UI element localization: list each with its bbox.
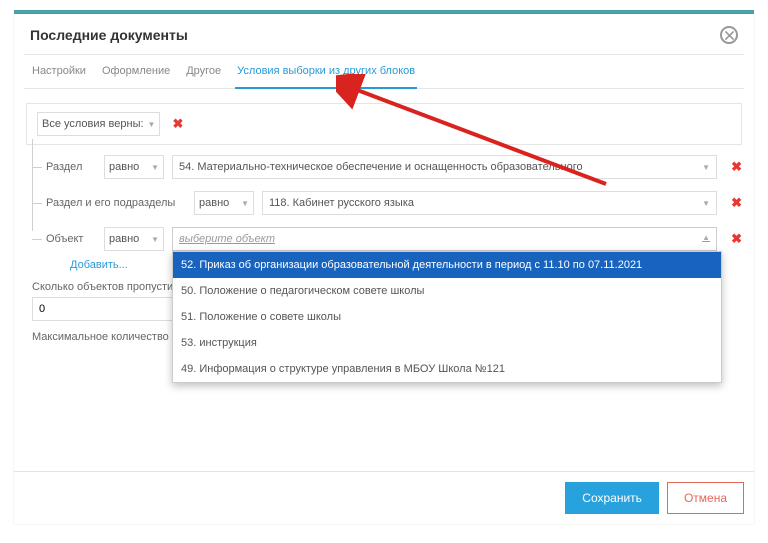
modal: Последние документы Настройки Оформление… — [14, 14, 754, 524]
dropdown-item[interactable]: 49. Информация о структуре управления в … — [173, 356, 721, 382]
field-label: Объект — [46, 233, 96, 245]
chevron-down-icon: ▼ — [241, 199, 249, 208]
condition-row: Объект равно▼ выберите объект ▲ 52. Прик… — [46, 227, 742, 251]
footer: Сохранить Отмена — [14, 471, 754, 524]
remove-root-icon[interactable]: ✖ — [172, 116, 183, 132]
chevron-down-icon: ▼ — [702, 199, 710, 208]
operator-select[interactable]: равно▼ — [104, 227, 164, 251]
dropdown-item[interactable]: 53. инструкция — [173, 330, 721, 356]
field-label: Раздел — [46, 161, 96, 173]
root-condition-select[interactable]: Все условия верны:▼ — [37, 112, 160, 136]
remove-row-icon[interactable]: ✖ — [731, 231, 742, 247]
chevron-down-icon: ▼ — [702, 163, 710, 172]
tab-conditions[interactable]: Условия выборки из других блоков — [235, 55, 417, 89]
tab-settings[interactable]: Настройки — [30, 55, 88, 88]
dropdown-list: 52. Приказ об организации образовательно… — [172, 251, 722, 383]
chevron-down-icon: ▼ — [151, 235, 159, 244]
operator-select[interactable]: равно▼ — [194, 191, 254, 215]
value-select[interactable]: 118. Кабинет русского языка▼ — [262, 191, 717, 215]
object-select-open: выберите объект ▲ 52. Приказ об организа… — [172, 227, 717, 251]
dropdown-item[interactable]: 52. Приказ об организации образовательно… — [173, 252, 721, 278]
chevron-up-icon: ▲ — [702, 233, 710, 245]
remove-row-icon[interactable]: ✖ — [731, 195, 742, 211]
dropdown-item[interactable]: 51. Положение о совете школы — [173, 304, 721, 330]
condition-row: Раздел равно▼ 54. Материально-техническо… — [46, 155, 742, 179]
condition-root: Все условия верны:▼ ✖ — [26, 103, 742, 145]
field-label: Раздел и его подразделы — [46, 197, 186, 209]
chevron-down-icon: ▼ — [148, 120, 156, 129]
close-icon[interactable] — [720, 26, 738, 44]
save-button[interactable]: Сохранить — [565, 482, 659, 514]
modal-title: Последние документы — [30, 27, 188, 43]
select-trigger[interactable]: выберите объект ▲ — [172, 227, 717, 251]
value-select[interactable]: 54. Материально-техническое обеспечение … — [172, 155, 717, 179]
tab-design[interactable]: Оформление — [100, 55, 172, 88]
dropdown-item[interactable]: 50. Положение о педагогическом совете шк… — [173, 278, 721, 304]
tab-other[interactable]: Другое — [184, 55, 223, 88]
condition-row: Раздел и его подразделы равно▼ 118. Каби… — [46, 191, 742, 215]
cancel-button[interactable]: Отмена — [667, 482, 744, 514]
operator-select[interactable]: равно▼ — [104, 155, 164, 179]
chevron-down-icon: ▼ — [151, 163, 159, 172]
remove-row-icon[interactable]: ✖ — [731, 159, 742, 175]
tabs: Настройки Оформление Другое Условия выбо… — [24, 55, 744, 89]
